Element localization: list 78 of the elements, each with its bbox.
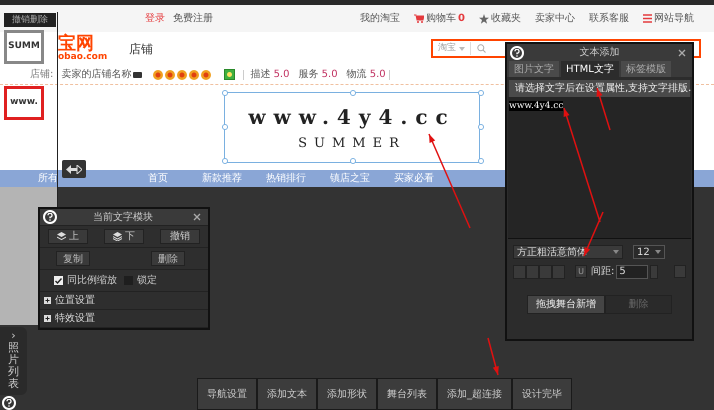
thumbnail[interactable]: www. bbox=[4, 86, 44, 120]
undo-delete-button[interactable]: 撤销删除 bbox=[4, 13, 56, 27]
panel-button[interactable]: 上 bbox=[48, 229, 88, 244]
color-swatch[interactable] bbox=[674, 265, 686, 278]
toolbar-button[interactable]: 添加_超连接 bbox=[437, 378, 512, 410]
login-link[interactable]: 登录 bbox=[145, 11, 165, 26]
medal-icon bbox=[224, 69, 236, 80]
cart-count: 0 bbox=[458, 12, 465, 26]
size-select[interactable]: 12 bbox=[633, 245, 665, 259]
cart-icon bbox=[414, 14, 424, 23]
panel-title: 文本添加 bbox=[578, 46, 620, 60]
panel-button[interactable]: 撤销 bbox=[160, 229, 200, 244]
caret-icon bbox=[655, 250, 661, 254]
close-icon[interactable] bbox=[678, 48, 686, 56]
tab[interactable]: 图片文字 bbox=[509, 61, 559, 77]
checkbox-option[interactable]: 锁定 bbox=[124, 273, 194, 288]
move-handle-icon[interactable] bbox=[62, 160, 86, 178]
canvas-subtitle: SUMMER bbox=[298, 134, 406, 153]
rating-item: 物流 5.0 bbox=[346, 68, 386, 82]
resize-handle[interactable] bbox=[222, 90, 228, 96]
resize-handle[interactable] bbox=[350, 90, 356, 96]
header-link[interactable]: 网站导航 bbox=[643, 11, 694, 26]
help-icon[interactable] bbox=[43, 210, 57, 224]
checkbox[interactable] bbox=[54, 276, 63, 285]
annotation-arrow bbox=[487, 338, 499, 376]
canvas-title: www.4y4.cc bbox=[248, 104, 456, 131]
layers-icon bbox=[57, 232, 66, 241]
tab[interactable]: 标签模版 bbox=[620, 61, 671, 77]
caret-icon bbox=[459, 46, 465, 50]
header-link[interactable]: 收藏夹 bbox=[479, 11, 521, 26]
section-header[interactable]: 位置设置 bbox=[40, 292, 208, 310]
shop-name: 卖家的店铺名称 bbox=[61, 68, 132, 82]
toolbar-button[interactable]: 添加文本 bbox=[257, 378, 317, 410]
panel-button[interactable]: 复制 bbox=[56, 251, 90, 266]
header-link[interactable]: 我的淘宝 bbox=[360, 11, 400, 26]
thumbnail[interactable]: SUMM bbox=[4, 30, 44, 64]
rating-item: 描述 5.0 bbox=[250, 68, 290, 82]
register-link[interactable]: 免费注册 bbox=[173, 11, 213, 26]
shop-label: 店铺 bbox=[129, 40, 154, 58]
header-link[interactable]: 联系客服 bbox=[589, 11, 629, 26]
star-icon bbox=[479, 14, 489, 24]
caret-icon bbox=[613, 250, 619, 254]
toolbar-button[interactable]: 舞台列表 bbox=[377, 378, 437, 410]
text-editor[interactable]: www.4y4.cc bbox=[508, 97, 691, 239]
menu-icon bbox=[643, 14, 652, 23]
spacing-input[interactable]: 5 bbox=[616, 264, 648, 278]
resize-handle[interactable] bbox=[222, 124, 228, 130]
layers-icon bbox=[113, 232, 122, 241]
spinner-icon[interactable] bbox=[650, 264, 658, 278]
header-link[interactable]: 卖家中心 bbox=[535, 11, 575, 26]
photo-list-tab[interactable]: › 照片列表 bbox=[0, 327, 27, 395]
panel-button[interactable]: 删除 bbox=[151, 251, 185, 266]
search-icon bbox=[477, 44, 486, 53]
tab[interactable]: HTML文字 bbox=[561, 61, 619, 77]
toolbar-button[interactable]: 设计完毕 bbox=[512, 378, 572, 410]
toolbar-button[interactable]: 导航设置 bbox=[197, 378, 257, 410]
spacing-label: 间距: bbox=[591, 265, 614, 279]
panel-button[interactable]: 拖拽舞台新增 bbox=[527, 295, 605, 314]
resize-handle[interactable] bbox=[478, 158, 484, 164]
panel-button[interactable]: 下 bbox=[104, 229, 144, 244]
align-buttons-icon[interactable] bbox=[513, 264, 565, 278]
resize-handle[interactable] bbox=[478, 124, 484, 130]
resize-handle[interactable] bbox=[478, 90, 484, 96]
close-icon[interactable] bbox=[193, 213, 201, 221]
rating-item: 服务 5.0 bbox=[298, 68, 338, 82]
crown-rating-icon bbox=[152, 69, 212, 80]
editor-text: www.4y4.cc bbox=[509, 101, 564, 111]
underline-button[interactable]: U bbox=[575, 265, 587, 278]
shop-info-label: 店铺: bbox=[30, 68, 54, 82]
checkbox-option[interactable]: 同比例缩放 bbox=[54, 273, 124, 288]
panel-title: 当前文字模块 bbox=[92, 210, 154, 224]
section-header[interactable]: 特效设置 bbox=[40, 310, 208, 328]
resize-handle[interactable] bbox=[222, 158, 228, 164]
resize-handle[interactable] bbox=[350, 158, 356, 164]
header-link[interactable]: 购物车 0 bbox=[414, 11, 465, 26]
badge-icon bbox=[133, 72, 142, 78]
toolbar-button[interactable]: 添加形状 bbox=[317, 378, 377, 410]
help-icon[interactable] bbox=[2, 396, 16, 410]
